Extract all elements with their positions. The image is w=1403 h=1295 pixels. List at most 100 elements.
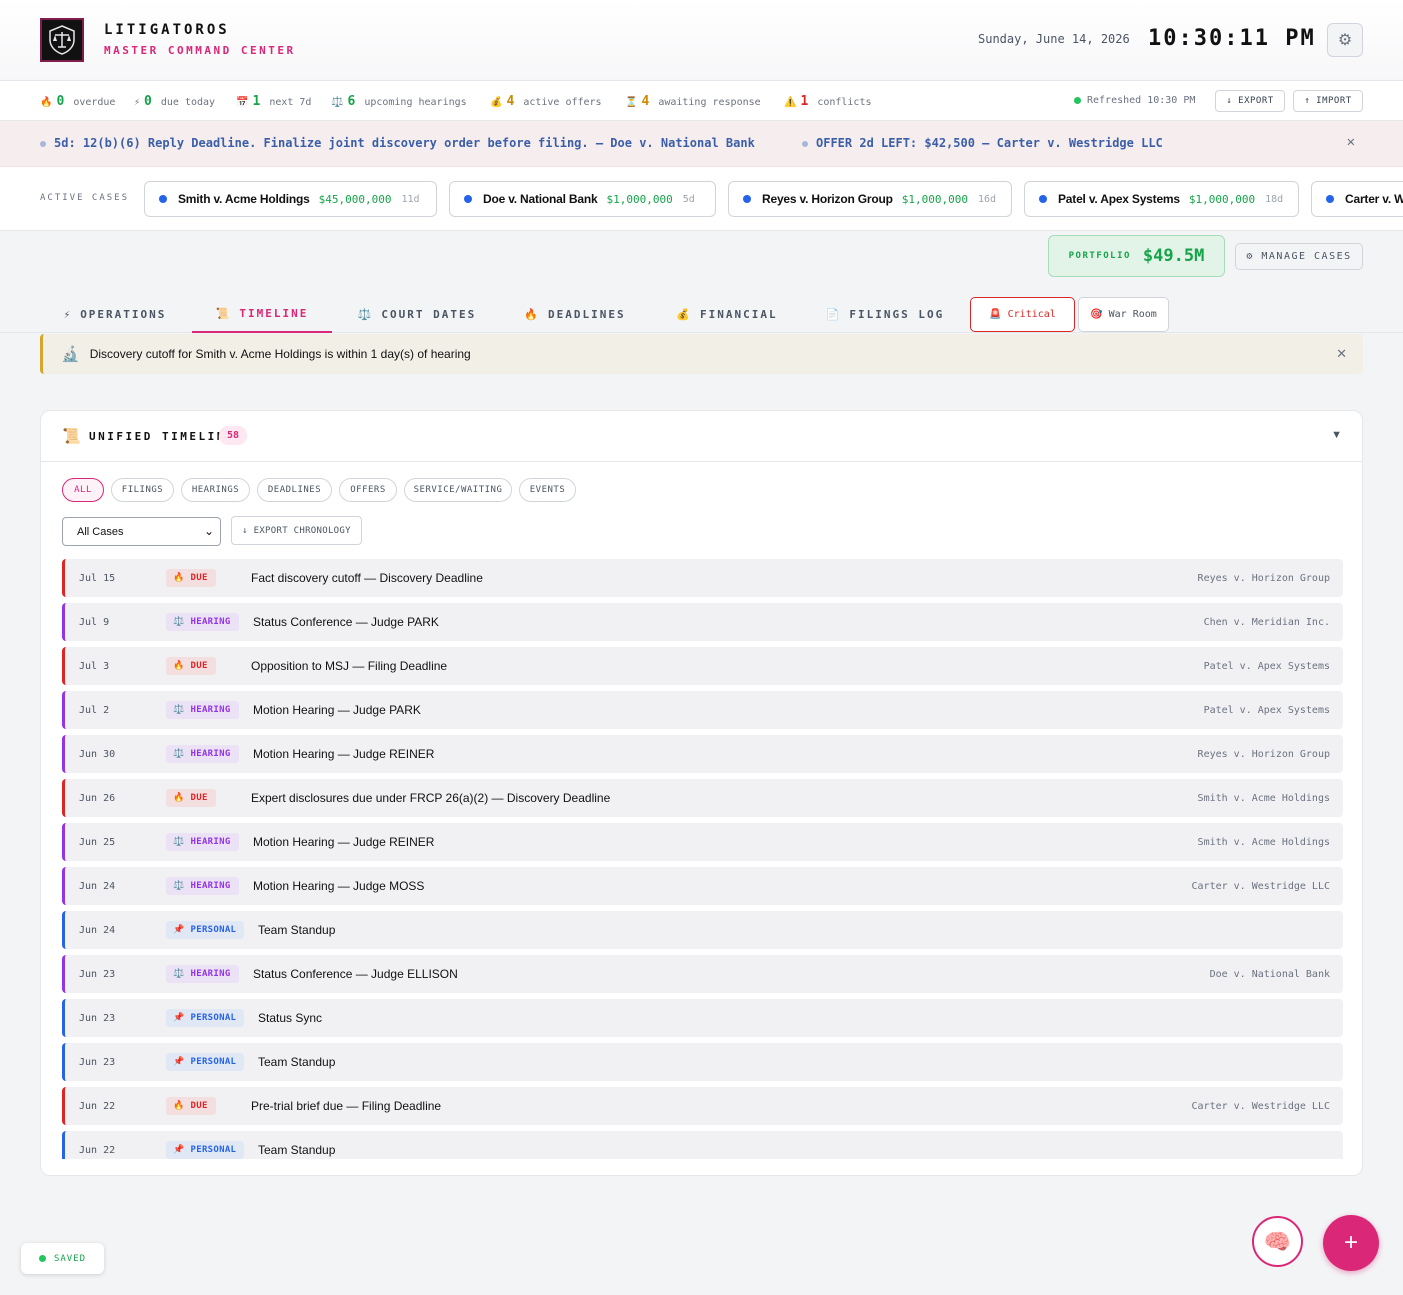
saved-indicator: SAVED [21,1243,104,1274]
manage-cases-button[interactable]: ⚙ MANAGE CASES [1235,243,1363,270]
case-select[interactable]: All Cases ⌄ [62,517,221,546]
brand-name: LITIGATOROS [104,22,230,38]
row-case[interactable]: Reyes v. Horizon Group [1198,749,1330,760]
add-button[interactable]: + [1323,1215,1379,1271]
case-chip[interactable]: Patel v. Apex Systems $1,000,000 18d [1024,181,1299,217]
status-dot-icon [38,1255,46,1262]
case-chip[interactable]: Carter v. Westridge LLC [1311,181,1403,217]
badge-label: HEARING [190,617,231,627]
badge-label: DUE [190,661,208,671]
filter-hearings[interactable]: HEARINGS [181,478,250,502]
type-badge: 📌 PERSONAL [166,921,245,939]
alert-text: Discovery cutoff for Smith v. Acme Holdi… [89,347,471,361]
money-bag-icon: 💰 [490,97,503,108]
current-date: Sunday, June 14, 2026 [978,32,1130,46]
scales-icon: ⚖️ [173,705,185,715]
filter-offers[interactable]: OFFERS [339,478,397,502]
timeline-row[interactable]: Jun 24 📌 PERSONAL Team Standup [62,911,1343,949]
row-title: Team Standup [258,1055,336,1069]
critical-button[interactable]: 🚨 Critical [970,297,1075,332]
tab-filings-log[interactable]: 📄 FILINGS LOG [816,296,954,333]
row-date: Jun 23 [79,1057,116,1068]
ai-assistant-button[interactable]: 🧠 [1252,1216,1303,1267]
timeline-row[interactable]: Jul 2 ⚖️ HEARING Motion Hearing — Judge PAR… [62,691,1343,729]
filter-filings[interactable]: FILINGS [111,478,174,502]
tab-deadlines[interactable]: 🔥 DEADLINES [514,296,636,333]
case-chip[interactable]: Reyes v. Horizon Group $1,000,000 16d [728,181,1012,217]
timeline-row[interactable]: Jun 23 📌 PERSONAL Status Sync [62,999,1343,1037]
timeline-row[interactable]: Jun 30 ⚖️ HEARING Motion Hearing — Judge RE… [62,735,1343,773]
microscope-icon: 🔬 [61,346,80,363]
export-button[interactable]: ↓ EXPORT [1215,90,1285,112]
filter-service-waiting[interactable]: SERVICE/WAITING [404,478,512,502]
filter-all[interactable]: ALL [62,478,104,502]
row-date: Jun 25 [79,837,116,848]
type-badge: 🔥 DUE [166,569,216,587]
timeline-row[interactable]: Jun 22 🔥 DUE Pre-trial brief due — Filing D… [62,1087,1343,1125]
row-case[interactable]: Smith v. Acme Holdings [1198,837,1330,848]
case-dot-icon [464,195,472,203]
stat-overdue[interactable]: 🔥 0 overdue [40,94,115,109]
case-dot-icon [1039,195,1047,203]
type-badge: 🔥 DUE [166,657,216,675]
row-case[interactable]: Patel v. Apex Systems [1204,705,1330,716]
timeline-row[interactable]: Jun 25 ⚖️ HEARING Motion Hearing — Judge RE… [62,823,1343,861]
bullet-icon [802,140,808,147]
timeline-row[interactable]: Jun 26 🔥 DUE Expert disclosures due under F… [62,779,1343,817]
row-date: Jun 23 [79,1013,116,1024]
timeline-row[interactable]: Jun 23 ⚖️ HEARING Status Conference — Judge… [62,955,1343,993]
case-chip[interactable]: Doe v. National Bank $1,000,000 5d [449,181,716,217]
ticker-item[interactable]: 5d: 12(b)(6) Reply Deadline. Finalize jo… [40,136,755,150]
app-header: LITIGATOROS MASTER COMMAND CENTER Sunday… [0,0,1403,81]
stat-upcoming-hearings[interactable]: ⚖️ 6 upcoming hearings [331,94,467,109]
row-case[interactable]: Doe v. National Bank [1210,969,1330,980]
row-case[interactable]: Patel v. Apex Systems [1204,661,1330,672]
tab-court-dates[interactable]: ⚖️ COURT DATES [346,296,488,333]
tab-operations[interactable]: ⚡ OPERATIONS [52,296,178,333]
stat-conflicts[interactable]: ⚠️ 1 conflicts [784,94,872,109]
row-title: Status Sync [258,1011,323,1025]
stat-next-7d[interactable]: 📅 1 next 7d [236,94,311,109]
row-title: Motion Hearing — Judge MOSS [253,879,425,893]
row-case[interactable]: Smith v. Acme Holdings [1198,793,1330,804]
tab-financial[interactable]: 💰 FINANCIAL [666,296,788,333]
timeline-row[interactable]: Jul 15 🔥 DUE Fact discovery cutoff — Discov… [62,559,1343,597]
row-title: Opposition to MSJ — Filing Deadline [251,659,448,673]
alert-ticker: 5d: 12(b)(6) Reply Deadline. Finalize jo… [0,121,1403,167]
close-icon[interactable]: ✕ [1347,134,1355,150]
row-title: Team Standup [258,923,336,937]
unified-timeline-panel: 📜 UNIFIED TIMELINE 58 ▼ ALL FILINGS HEAR… [40,410,1363,1176]
filter-deadlines[interactable]: DEADLINES [257,478,332,502]
stat-due-today[interactable]: ⚡ 0 due today [134,94,215,109]
export-chronology-button[interactable]: ↓ EXPORT CHRONOLOGY [231,516,362,545]
stat-active-offers[interactable]: 💰 4 active offers [490,94,602,109]
settings-button[interactable]: ⚙ [1327,23,1363,57]
ticker-item[interactable]: OFFER 2d LEFT: $42,500 — Carter v. Westr… [802,136,1163,150]
timeline-row[interactable]: Jun 24 ⚖️ HEARING Motion Hearing — Judge MO… [62,867,1343,905]
timeline-row[interactable]: Jun 22 📌 PERSONAL Team Standup [62,1131,1343,1159]
timeline-row[interactable]: Jun 23 📌 PERSONAL Team Standup [62,1043,1343,1081]
type-badge: 📌 PERSONAL [166,1053,245,1071]
import-button[interactable]: ↑ IMPORT [1293,90,1363,112]
filter-events[interactable]: EVENTS [519,478,576,502]
case-dot-icon [743,195,751,203]
row-case[interactable]: Reyes v. Horizon Group [1198,573,1330,584]
close-icon[interactable]: ✕ [1336,346,1347,362]
row-case[interactable]: Carter v. Westridge LLC [1192,881,1330,892]
panel-header[interactable]: 📜 UNIFIED TIMELINE 58 ▼ [41,411,1362,462]
war-room-button[interactable]: 🎯 War Room [1078,297,1169,332]
row-case[interactable]: Chen v. Meridian Inc. [1204,617,1330,628]
collapse-toggle-icon[interactable]: ▼ [1331,429,1342,441]
case-chip[interactable]: Smith v. Acme Holdings $45,000,000 11d [144,181,437,217]
row-title: Fact discovery cutoff — Discovery Deadli… [251,571,483,585]
timeline-row[interactable]: Jul 3 🔥 DUE Opposition to MSJ — Filing Dead… [62,647,1343,685]
type-badge: 📌 PERSONAL [166,1009,245,1027]
row-case[interactable]: Carter v. Westridge LLC [1192,1101,1330,1112]
row-title: Motion Hearing — Judge PARK [253,703,421,717]
type-badge: ⚖️ HEARING [166,745,239,763]
stat-awaiting-response[interactable]: ⏳ 4 awaiting response [625,94,761,109]
tab-timeline[interactable]: 📜 TIMELINE [192,296,332,333]
timeline-row[interactable]: Jul 9 ⚖️ HEARING Status Conference — Judge … [62,603,1343,641]
badge-label: PERSONAL [190,1057,237,1067]
badge-label: PERSONAL [190,1013,237,1023]
